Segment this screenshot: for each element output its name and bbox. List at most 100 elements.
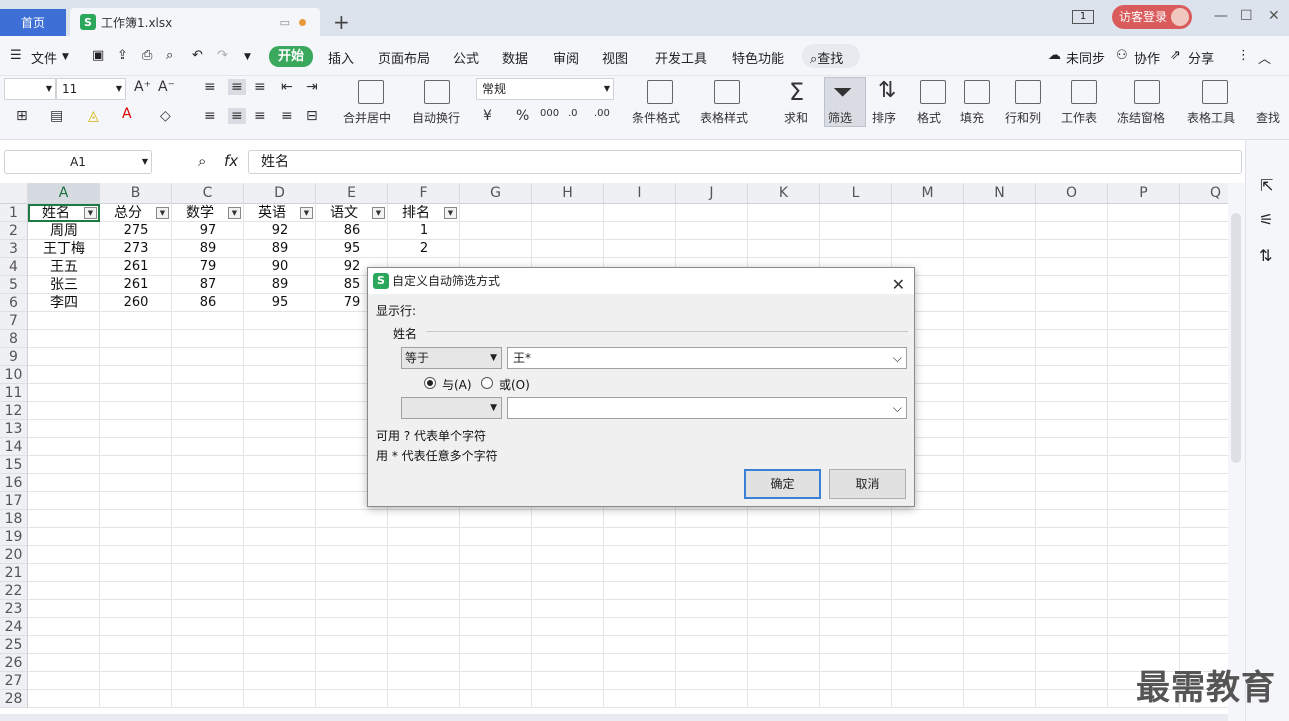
sort-button[interactable]: 排序 <box>872 109 896 126</box>
menu-data[interactable]: 数据 <box>502 48 528 67</box>
sync-label[interactable]: 未同步 <box>1066 48 1105 67</box>
print-icon[interactable]: ⎙ <box>142 48 152 63</box>
format-icon[interactable] <box>920 80 946 104</box>
row-header[interactable]: 21 <box>0 564 28 582</box>
column-header[interactable]: B <box>100 183 172 204</box>
condition1-operator-select[interactable]: 等于 ▼ <box>401 347 502 369</box>
autofilter-dropdown-icon[interactable]: ▼ <box>300 207 313 219</box>
sort-icon[interactable]: ⇅ <box>878 78 896 103</box>
row-header[interactable]: 19 <box>0 528 28 546</box>
vertical-scrollbar[interactable] <box>1228 183 1245 721</box>
row-header[interactable]: 9 <box>0 348 28 366</box>
merge-center-icon[interactable] <box>358 80 384 104</box>
conditional-format-icon[interactable] <box>647 80 673 104</box>
row-header[interactable]: 10 <box>0 366 28 384</box>
row-header[interactable]: 26 <box>0 654 28 672</box>
menu-formula[interactable]: 公式 <box>453 48 479 67</box>
filter-button[interactable]: 筛选 <box>828 109 852 126</box>
menu-page-layout[interactable]: 页面布局 <box>378 48 430 67</box>
data-cell[interactable]: 92 <box>244 222 316 240</box>
column-header[interactable]: A <box>28 183 100 204</box>
column-header[interactable]: D <box>244 183 316 204</box>
data-cell[interactable]: 89 <box>172 240 244 258</box>
data-cell[interactable]: 261 <box>100 276 172 294</box>
border-icon[interactable]: ⊞ <box>16 108 28 124</box>
thousands-icon[interactable]: 000 <box>540 108 559 119</box>
row-header[interactable]: 17 <box>0 492 28 510</box>
cell-style-icon[interactable]: ▤ <box>50 108 63 124</box>
menu-special[interactable]: 特色功能 <box>732 48 784 67</box>
close-window-icon[interactable]: ✕ <box>1268 8 1280 24</box>
data-cell[interactable]: 1 <box>388 222 460 240</box>
tab-workbook[interactable]: S 工作簿1.xlsx ▭ <box>70 8 320 36</box>
freeze-panes-icon[interactable] <box>1134 80 1160 104</box>
name-box[interactable]: A1 ▼ <box>4 150 152 174</box>
settings-slider-icon[interactable]: ⚟ <box>1259 210 1273 229</box>
row-header[interactable]: 4 <box>0 258 28 276</box>
justify-icon[interactable]: ≡ <box>281 108 293 124</box>
column-header[interactable]: C <box>172 183 244 204</box>
sum-icon[interactable]: Σ <box>789 78 804 106</box>
column-header[interactable]: G <box>460 183 532 204</box>
row-header[interactable]: 6 <box>0 294 28 312</box>
column-header[interactable]: P <box>1108 183 1180 204</box>
data-cell[interactable]: 周周 <box>28 222 100 240</box>
row-header[interactable]: 13 <box>0 420 28 438</box>
font-name-select[interactable]: ▼ <box>4 78 56 100</box>
data-cell[interactable]: 89 <box>244 276 316 294</box>
merge-center-button[interactable]: 合并居中 <box>343 109 391 126</box>
column-header[interactable]: N <box>964 183 1036 204</box>
column-header[interactable]: H <box>532 183 604 204</box>
minimize-icon[interactable]: — <box>1214 8 1228 24</box>
monitor-icon[interactable]: ▭ <box>280 16 290 29</box>
row-header[interactable]: 5 <box>0 276 28 294</box>
row-header[interactable]: 24 <box>0 618 28 636</box>
menu-view[interactable]: 视图 <box>602 48 628 67</box>
scrollbar-thumb[interactable] <box>1231 213 1241 463</box>
menu-file[interactable]: 文件 <box>31 48 57 67</box>
align-bottom-icon[interactable]: ≡ <box>254 79 266 95</box>
share-icon[interactable]: ⇗ <box>1170 48 1181 63</box>
filter-icon[interactable]: ⏷ <box>833 78 852 106</box>
collapse-ribbon-icon[interactable]: ︿ <box>1258 48 1271 67</box>
data-cell[interactable]: 王丁梅 <box>28 240 100 258</box>
maximize-icon[interactable]: ☐ <box>1240 8 1253 24</box>
data-cell[interactable]: 86 <box>316 222 388 240</box>
collab-label[interactable]: 协作 <box>1134 48 1160 67</box>
column-header[interactable]: L <box>820 183 892 204</box>
indent-decrease-icon[interactable]: ⇤ <box>281 79 293 95</box>
page-badge-icon[interactable]: 1 <box>1072 10 1094 24</box>
login-button[interactable]: 访客登录 <box>1112 5 1192 29</box>
data-cell[interactable]: 张三 <box>28 276 100 294</box>
fx-icon[interactable]: fx <box>224 152 238 170</box>
data-cell[interactable]: 87 <box>172 276 244 294</box>
row-header[interactable]: 11 <box>0 384 28 402</box>
data-cell[interactable]: 2 <box>388 240 460 258</box>
table-style-icon[interactable] <box>714 80 740 104</box>
worksheet-button[interactable]: 工作表 <box>1061 109 1097 126</box>
condition2-operator-select[interactable]: ▼ <box>401 397 502 419</box>
row-header[interactable]: 16 <box>0 474 28 492</box>
freeze-panes-button[interactable]: 冻结窗格 <box>1117 109 1165 126</box>
font-size-select[interactable]: 11 ▼ <box>56 78 126 100</box>
row-header[interactable]: 20 <box>0 546 28 564</box>
select-all-corner[interactable] <box>0 183 28 204</box>
condition2-value-input[interactable]: ⌵ <box>507 397 907 419</box>
save-icon[interactable]: ▣ <box>92 48 104 63</box>
autofilter-dropdown-icon[interactable]: ▼ <box>444 207 457 219</box>
row-header[interactable]: 12 <box>0 402 28 420</box>
share-label[interactable]: 分享 <box>1188 48 1214 67</box>
fill-button[interactable]: 填充 <box>960 109 984 126</box>
row-header[interactable]: 25 <box>0 636 28 654</box>
row-header[interactable]: 2 <box>0 222 28 240</box>
column-header[interactable]: M <box>892 183 964 204</box>
data-cell[interactable]: 79 <box>172 258 244 276</box>
column-header[interactable]: I <box>604 183 676 204</box>
rows-cols-button[interactable]: 行和列 <box>1005 109 1041 126</box>
data-cell[interactable]: 95 <box>244 294 316 312</box>
chevron-down-icon[interactable]: ▼ <box>62 52 69 62</box>
data-cell[interactable]: 261 <box>100 258 172 276</box>
data-cell[interactable]: 李四 <box>28 294 100 312</box>
table-tools-icon[interactable] <box>1202 80 1228 104</box>
export-icon[interactable]: ⇪ <box>117 48 128 63</box>
